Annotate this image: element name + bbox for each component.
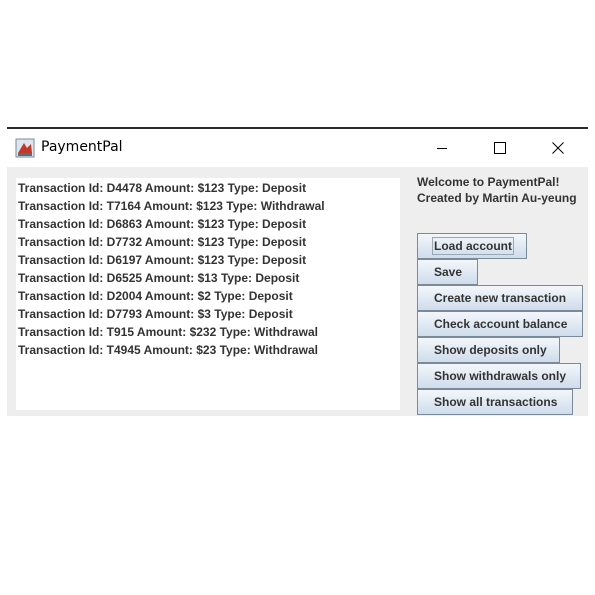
list-item[interactable]: Transaction Id: D7793 Amount: $3 Type: D… (16, 305, 400, 323)
list-item[interactable]: Transaction Id: T915 Amount: $232 Type: … (16, 323, 400, 341)
show-all-transactions-button[interactable]: Show all transactions (417, 389, 573, 415)
load-account-label: Load account (431, 237, 515, 255)
maximize-button[interactable] (471, 129, 529, 167)
app-icon (15, 138, 35, 158)
list-item[interactable]: Transaction Id: D6197 Amount: $123 Type:… (16, 251, 400, 269)
list-item[interactable]: Transaction Id: D6863 Amount: $123 Type:… (16, 215, 400, 233)
load-account-button[interactable]: Load account (417, 233, 527, 259)
list-item[interactable]: Transaction Id: D2004 Amount: $2 Type: D… (16, 287, 400, 305)
save-button[interactable]: Save (417, 259, 478, 285)
show-withdrawals-label: Show withdrawals only (434, 369, 567, 383)
close-button[interactable] (529, 129, 587, 167)
list-item[interactable]: Transaction Id: T4945 Amount: $23 Type: … (16, 341, 400, 359)
close-icon (552, 142, 564, 154)
create-transaction-label: Create new transaction (434, 291, 567, 305)
check-balance-button[interactable]: Check account balance (417, 311, 583, 337)
save-label: Save (434, 265, 463, 279)
create-transaction-button[interactable]: Create new transaction (417, 285, 583, 311)
show-deposits-button[interactable]: Show deposits only (417, 337, 560, 363)
show-all-transactions-label: Show all transactions (434, 395, 558, 409)
window-title: PaymentPal (41, 139, 123, 155)
credit-text: Created by Martin Au-yeung (417, 191, 577, 205)
list-item[interactable]: Transaction Id: T7164 Amount: $123 Type:… (16, 197, 400, 215)
show-deposits-label: Show deposits only (434, 343, 547, 357)
minimize-button[interactable] (413, 129, 471, 167)
minimize-icon (437, 148, 447, 149)
welcome-text: Welcome to PaymentPal! (417, 175, 560, 189)
show-withdrawals-button[interactable]: Show withdrawals only (417, 363, 581, 389)
check-balance-label: Check account balance (434, 317, 568, 331)
list-item[interactable]: Transaction Id: D4478 Amount: $123 Type:… (16, 179, 400, 197)
list-item[interactable]: Transaction Id: D7732 Amount: $123 Type:… (16, 233, 400, 251)
title-bar[interactable]: PaymentPal (7, 129, 588, 167)
list-item[interactable]: Transaction Id: D6525 Amount: $13 Type: … (16, 269, 400, 287)
maximize-icon (494, 142, 506, 154)
app-window: PaymentPal Transaction Id: D4478 Amount:… (7, 127, 588, 416)
transaction-list[interactable]: Transaction Id: D4478 Amount: $123 Type:… (16, 178, 400, 410)
welcome-panel: Welcome to PaymentPal! Created by Martin… (417, 174, 577, 206)
